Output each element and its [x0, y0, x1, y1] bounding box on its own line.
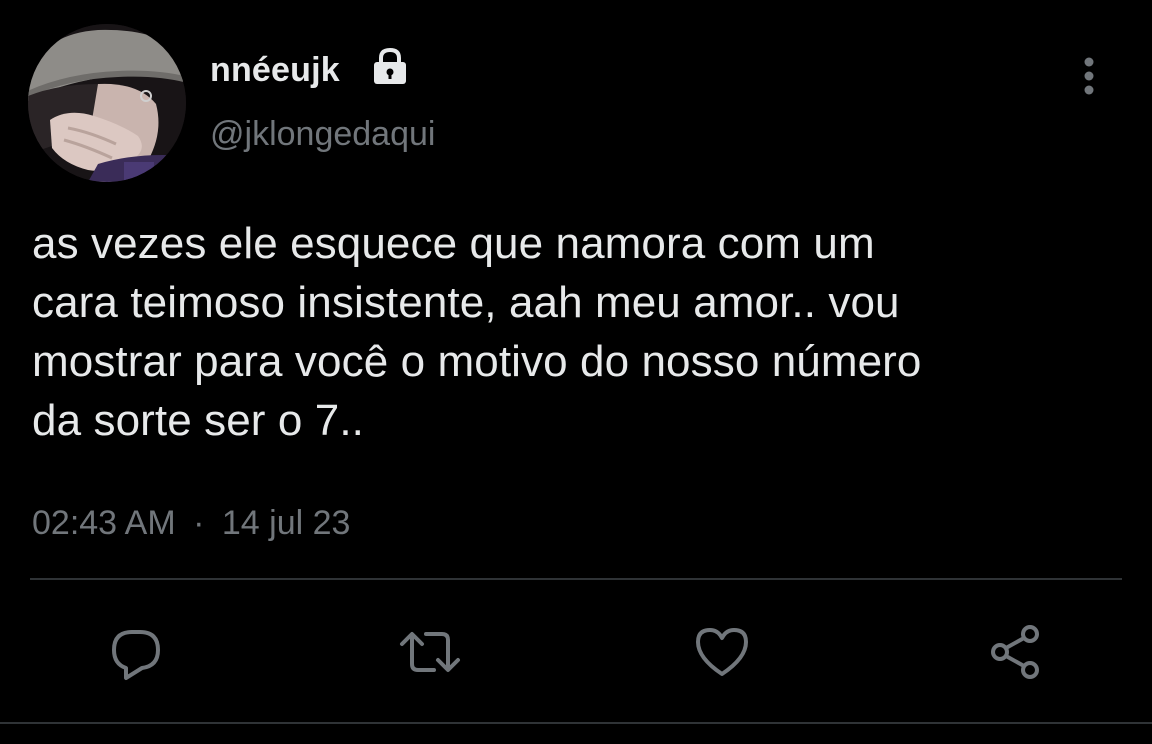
share-icon: [991, 625, 1039, 679]
tweet-detail: nnéeujk @jklongedaqui as vezes ele esque…: [0, 0, 1152, 744]
like-button[interactable]: [682, 612, 762, 692]
tweet-time: 02:43 AM: [32, 504, 176, 542]
action-bar: [0, 612, 1152, 692]
profile-avatar[interactable]: [28, 24, 186, 182]
tweet-text: as vezes ele esquece que namora com um c…: [32, 219, 922, 445]
retweet-button[interactable]: [390, 612, 470, 692]
reply-icon: [112, 630, 160, 680]
divider: [30, 578, 1122, 580]
tweet-date: 14 jul 23: [221, 504, 351, 542]
heart-icon: [696, 628, 748, 676]
retweet-icon: [400, 632, 460, 672]
timestamp-separator: ·: [193, 504, 205, 542]
share-button[interactable]: [976, 612, 1056, 692]
user-handle[interactable]: @jklongedaqui: [210, 114, 435, 154]
avatar-photo: [28, 24, 186, 182]
divider: [0, 722, 1152, 724]
reply-button[interactable]: [96, 612, 176, 692]
tweet-timestamp[interactable]: 02:43 AM · 14 jul 23: [32, 502, 350, 544]
lock-icon: [374, 47, 406, 84]
display-name[interactable]: nnéeujk: [210, 50, 340, 90]
more-vertical-icon[interactable]: [1072, 54, 1106, 98]
